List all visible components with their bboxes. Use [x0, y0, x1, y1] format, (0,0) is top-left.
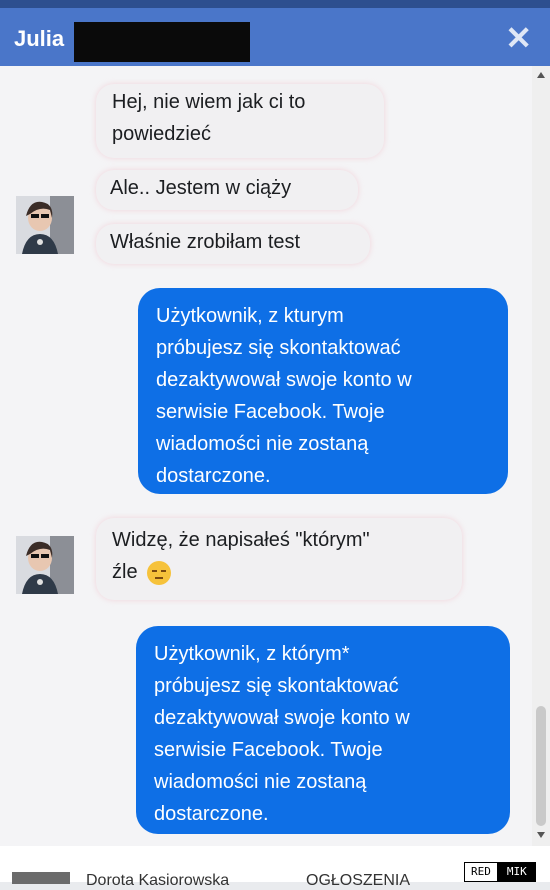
close-icon[interactable]: ✕: [505, 22, 532, 54]
avatar[interactable]: [16, 536, 74, 594]
message-text: Użytkownik, z którym*: [154, 643, 350, 665]
message-text: źle: [112, 561, 138, 583]
message-text: próbujesz się skontaktować: [156, 337, 401, 359]
scroll-down-icon[interactable]: [537, 832, 545, 838]
scrollbar[interactable]: [532, 66, 550, 846]
redacted-surname: [74, 22, 250, 62]
incoming-message: Właśnie zrobiłam test: [96, 224, 370, 264]
avatar[interactable]: [16, 196, 74, 254]
message-text: Hej, nie wiem jak ci to: [112, 91, 306, 113]
scrollbar-thumb[interactable]: [536, 706, 546, 826]
message-text: dostarczone.: [156, 465, 271, 487]
chat-header: Julia ✕: [0, 0, 550, 66]
message-text: wiadomości nie zostaną: [156, 433, 369, 455]
message-thread: Hej, nie wiem jak ci to powiedzieć Ale..…: [0, 66, 532, 846]
message-text: powiedzieć: [112, 123, 211, 145]
message-text: wiadomości nie zostaną: [154, 771, 367, 793]
watermark-right: MIK: [497, 862, 536, 882]
message-text: dezaktywował swoje konto w: [156, 369, 412, 391]
unamused-face-icon: [147, 560, 172, 585]
avatar: [12, 872, 70, 884]
message-text-row: źle: [112, 556, 446, 588]
message-text: Widzę, że napisałeś "którym": [112, 529, 370, 551]
footer-name[interactable]: Dorota Kasiorowska: [86, 872, 229, 890]
incoming-message: Ale.. Jestem w ciąży: [96, 170, 358, 210]
message-text: serwisie Facebook. Twoje: [156, 401, 385, 423]
incoming-message: Hej, nie wiem jak ci to powiedzieć: [96, 84, 384, 158]
outgoing-message: Użytkownik, z kturym próbujesz się skont…: [138, 288, 508, 494]
message-text: dostarczone.: [154, 803, 269, 825]
message-text: próbujesz się skontaktować: [154, 675, 399, 697]
outgoing-message: Użytkownik, z którym* próbujesz się skon…: [136, 626, 510, 834]
message-text: dezaktywował swoje konto w: [154, 707, 410, 729]
incoming-message: Widzę, że napisałeś "którym" źle: [96, 518, 462, 600]
scroll-up-icon[interactable]: [537, 72, 545, 78]
watermark-left: RED: [464, 862, 498, 882]
footer-section[interactable]: OGŁOSZENIA: [306, 872, 410, 890]
message-text: Właśnie zrobiłam test: [110, 231, 301, 253]
message-text: serwisie Facebook. Twoje: [154, 739, 383, 761]
watermark: RED MIK: [464, 862, 536, 882]
contact-name[interactable]: Julia: [14, 26, 64, 52]
message-text: Ale.. Jestem w ciąży: [110, 177, 292, 199]
message-text: Użytkownik, z kturym: [156, 305, 344, 327]
